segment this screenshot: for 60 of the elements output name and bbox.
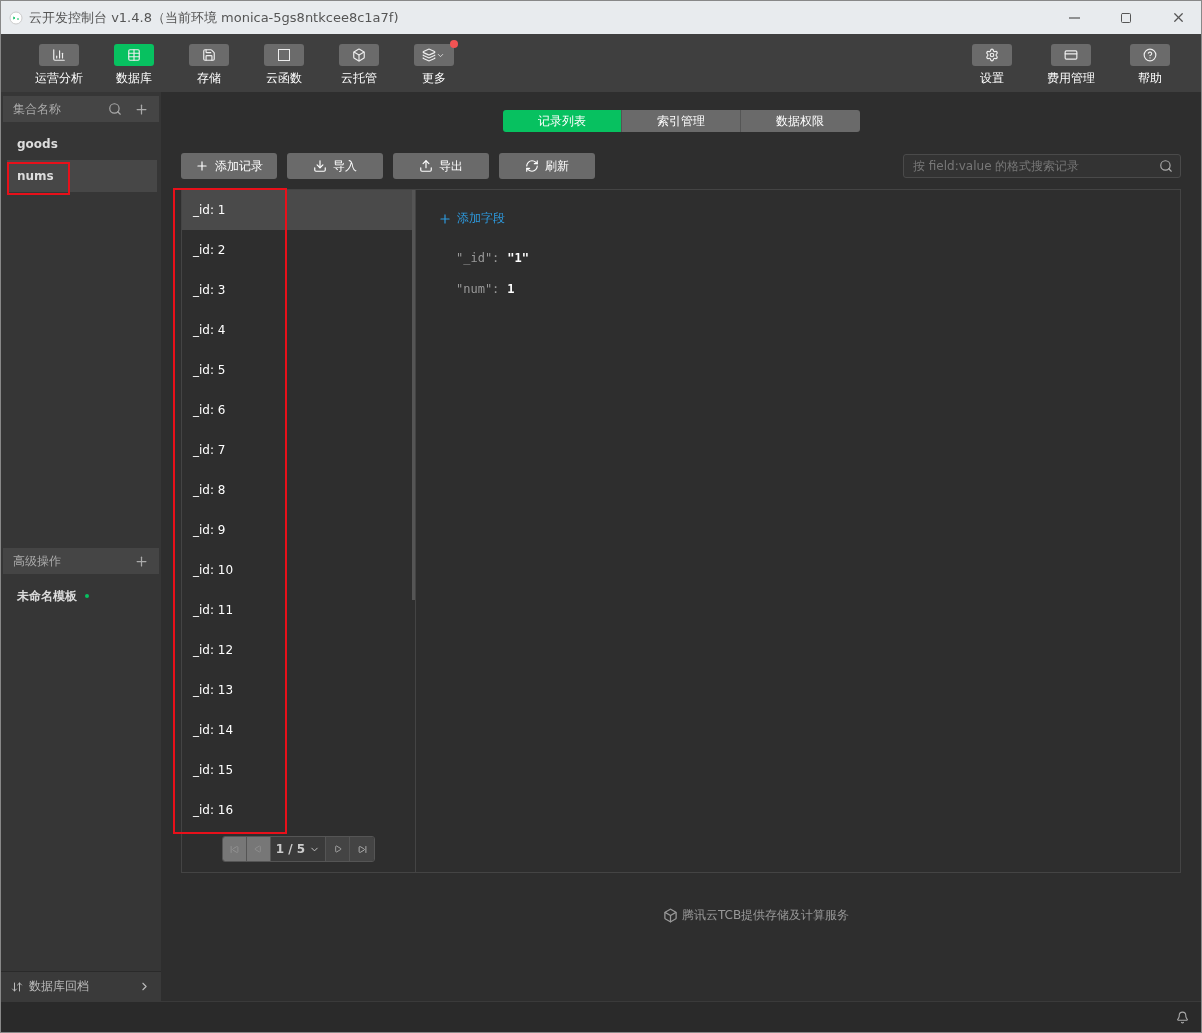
sort-arrows-icon [11,980,23,993]
search-icon[interactable] [108,102,122,116]
last-page-button[interactable] [350,837,374,861]
rollback-button[interactable]: 数据库回档 [1,971,161,1001]
field-value: 1 [507,282,515,296]
toolbar-button[interactable]: 设置 [952,44,1031,87]
next-page-button[interactable] [326,837,351,861]
action-button[interactable]: 导入 [287,153,383,179]
help-icon [1142,48,1157,62]
add-icon[interactable] [134,553,149,569]
action-button[interactable]: 导出 [393,153,489,179]
bar-chart-icon [51,48,66,62]
toolbar-button[interactable]: 费用管理 [1031,44,1110,87]
toolbar-button[interactable]: 更多 [396,44,471,87]
highlight-frame [7,162,70,195]
tab[interactable]: 数据权限 [740,110,860,132]
window-title: 云开发控制台 v1.4.8（当前环境 monica-5gs8ntkcee8c1a7f) [29,8,400,27]
card-icon [1063,48,1078,62]
cube-icon [662,908,678,923]
maximize-icon [1120,11,1132,24]
search-field[interactable]: 按 field:value 的格式搜索记录 [903,154,1181,178]
notification-bell-icon[interactable] [1176,1010,1189,1024]
layers-icon [422,48,436,62]
app-logo-icon [9,10,23,25]
section-title: 高级操作 [13,552,62,570]
toolbar-button[interactable]: 云函数 [246,44,321,87]
last-page-icon [357,844,367,854]
footer-text: 腾讯云TCB提供存储及计算服务 [681,907,850,924]
action-button[interactable]: 添加记录 [181,153,277,179]
add-icon[interactable] [134,101,149,117]
collection-item[interactable]: goods [7,128,157,160]
table-icon [126,48,141,62]
section-title: 集合名称 [13,100,62,118]
record-item[interactable]: _id: 1 [182,190,412,230]
cube-icon [351,48,366,62]
toolbar-button[interactable]: 数据库 [96,44,171,87]
minimize-icon [1068,16,1080,19]
plus-icon [195,159,209,173]
template-item[interactable]: 未命名模板 [7,580,157,612]
page-selector[interactable]: 1 / 5 [270,837,327,861]
download-icon [313,159,327,173]
action-button[interactable]: 刷新 [499,153,595,179]
upload-icon [419,159,433,173]
search-icon [1159,159,1173,173]
toolbar-button[interactable]: 存储 [171,44,246,87]
plus-icon [438,211,452,226]
collection-item[interactable]: nums [7,160,157,192]
first-page-icon [229,844,239,854]
field-value: "1" [507,251,530,265]
refresh-icon [525,159,539,173]
toolbar-button[interactable]: 帮助 [1110,44,1189,87]
tab[interactable]: 索引管理 [621,110,741,132]
settings-icon [984,48,999,62]
next-page-icon [333,845,342,853]
toolbar-button[interactable]: 云托管 [321,44,396,87]
scrollbar[interactable] [412,190,415,600]
add-field-link[interactable]: 添加字段 [438,210,505,227]
field-key: "_id": [456,251,500,265]
field-key: "num": [456,282,500,296]
toolbar-button[interactable]: 运营分析 [21,44,96,87]
